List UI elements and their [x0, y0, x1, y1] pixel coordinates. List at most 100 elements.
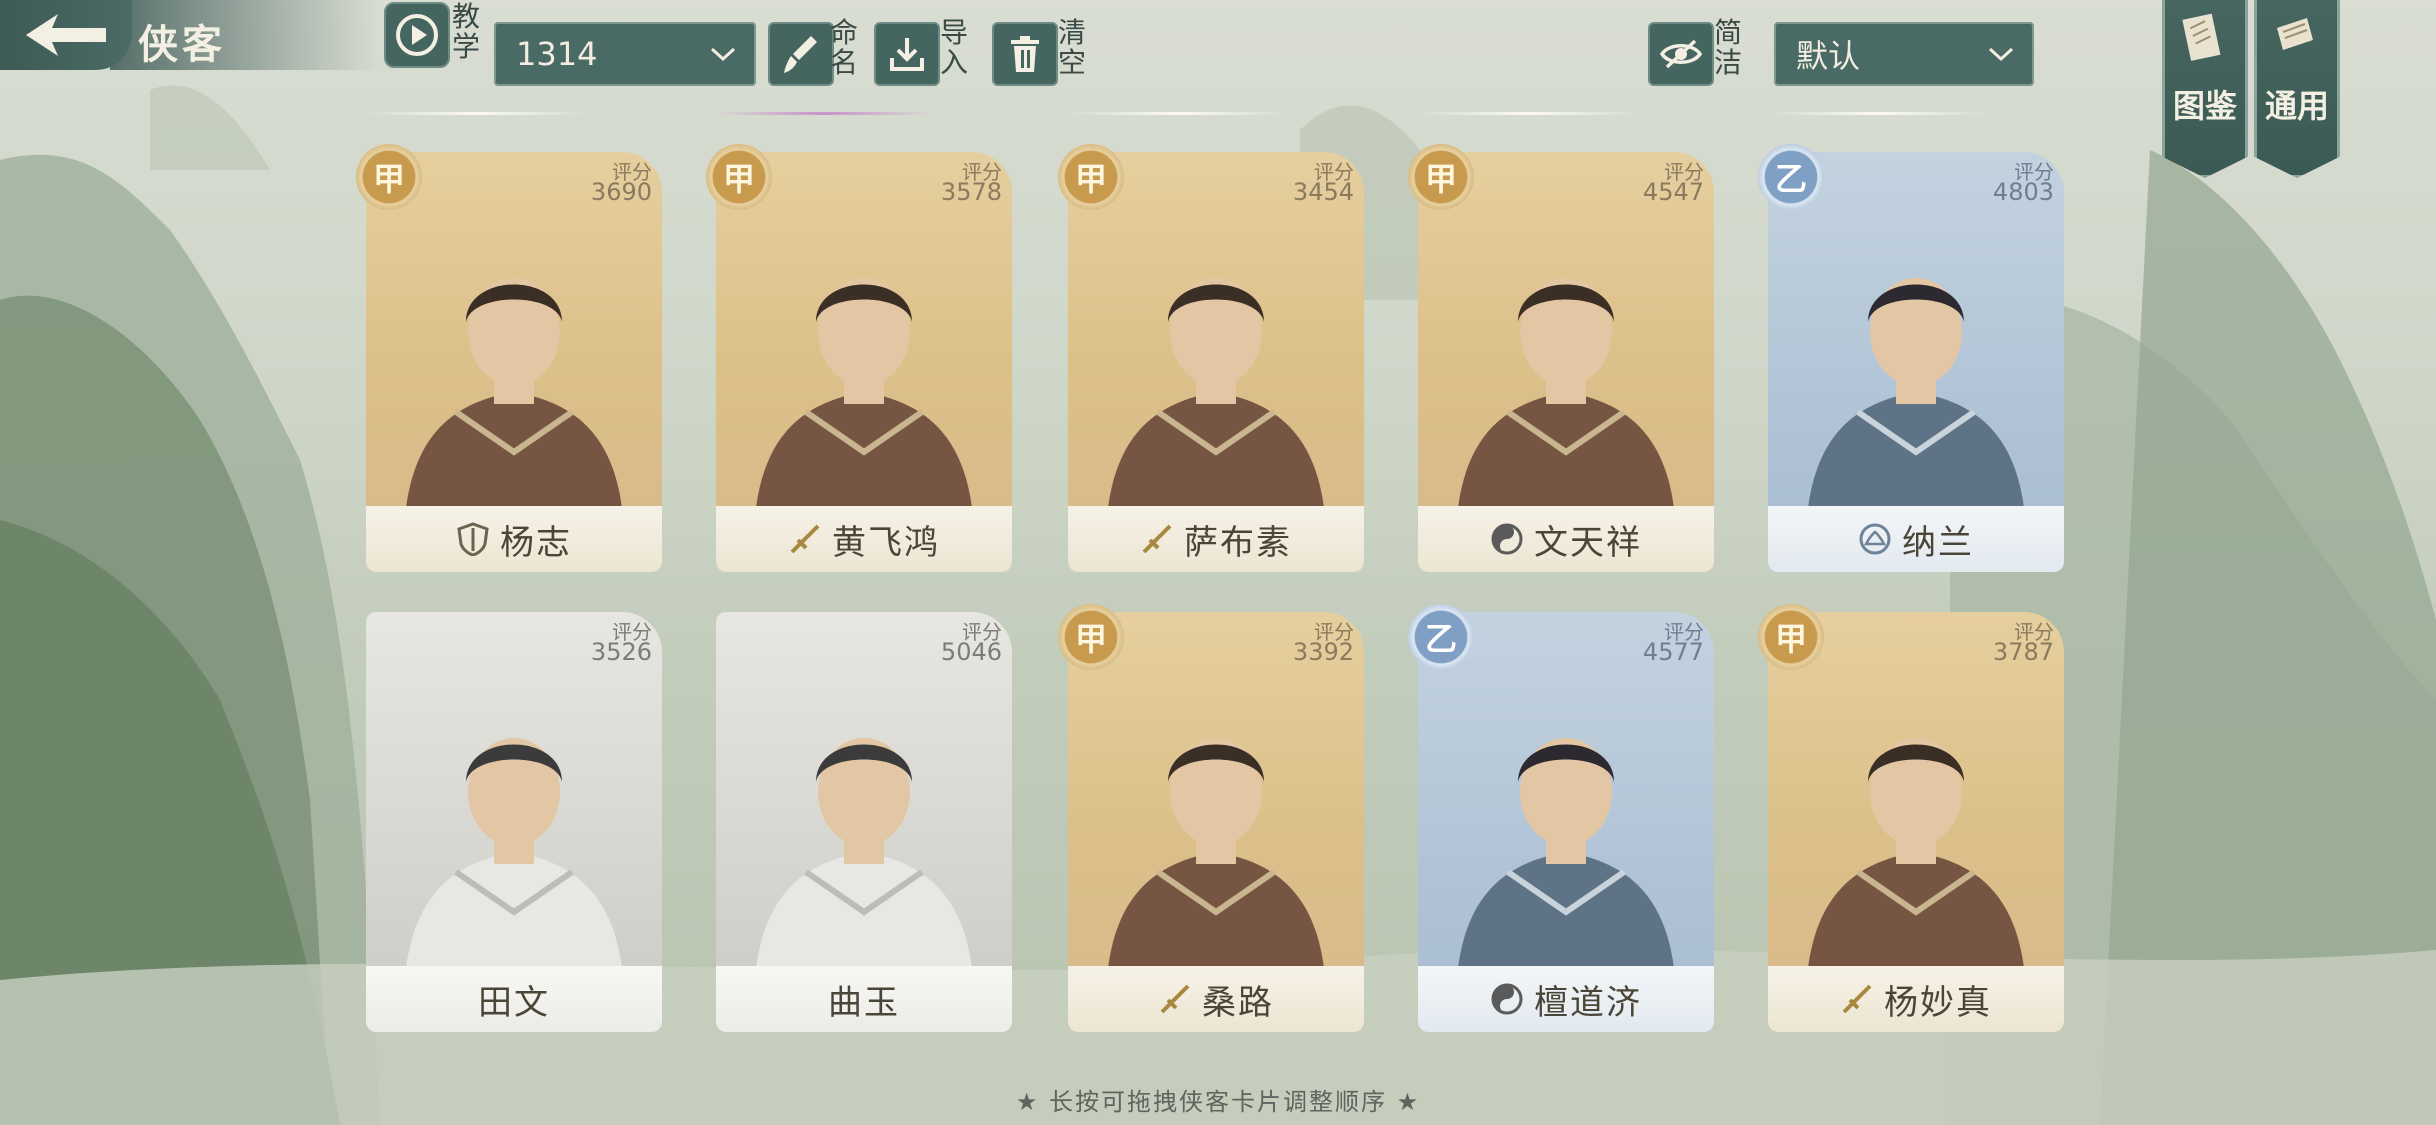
hero-name-bar: 萨布素: [1068, 506, 1364, 572]
score-value: 3690: [590, 178, 652, 206]
sort-select[interactable]: 默认: [1774, 22, 2034, 86]
tab-divider: [1768, 112, 1988, 115]
sword-icon: [790, 524, 820, 554]
hero-name-bar: 曲玉: [716, 966, 1012, 1032]
tab-divider: [1068, 112, 1288, 115]
hero-portrait: [1108, 278, 1324, 508]
team-select[interactable]: 1314: [494, 22, 756, 86]
grade-badge: 甲: [1058, 144, 1124, 210]
hero-card[interactable]: 评分 3787 杨妙真甲: [1758, 604, 2064, 1032]
tab-divider: [366, 112, 586, 115]
hero-card[interactable]: 评分 3526 田文: [366, 612, 662, 1032]
grade-badge: 乙: [1408, 604, 1474, 670]
hero-portrait: [756, 738, 972, 968]
yin-yang-icon: [1491, 523, 1523, 555]
hero-name: 杨志: [500, 522, 572, 563]
hero-name: 檀道济: [1534, 982, 1642, 1023]
hero-name: 黄飞鸿: [832, 522, 940, 563]
grade-badge: 乙: [1758, 144, 1824, 210]
score-value: 3787: [1992, 638, 2054, 666]
hero-name: 纳兰: [1902, 522, 1974, 563]
scroll-icon: [2277, 18, 2313, 50]
chevron-down-icon: [710, 47, 736, 62]
rename-button[interactable]: [768, 22, 834, 86]
hero-name-bar: 黄飞鸿: [716, 506, 1012, 572]
hero-portrait: [406, 738, 622, 968]
card-frame: 评分 4577 檀道济: [1418, 612, 1714, 1032]
score-value: 4547: [1642, 178, 1704, 206]
hero-portrait: [756, 278, 972, 508]
hero-name: 桑路: [1202, 982, 1274, 1023]
import-label: 导入: [940, 16, 969, 79]
lotus-icon: [1859, 523, 1891, 555]
common-button[interactable]: 通用: [2254, 0, 2340, 178]
card-frame: 评分 3392 桑路: [1068, 612, 1364, 1032]
card-frame: 评分 3690 杨志: [366, 152, 662, 572]
simple-view-button[interactable]: [1648, 22, 1714, 86]
hero-card[interactable]: 评分 3578 黄飞鸿甲: [706, 144, 1012, 572]
hero-name: 曲玉: [828, 982, 900, 1023]
clear-button[interactable]: [992, 22, 1058, 86]
drag-hint: ★ 长按可拖拽侠客卡片调整顺序 ★: [1015, 1088, 1421, 1116]
back-button[interactable]: [0, 0, 132, 70]
hero-name: 杨妙真: [1884, 982, 1992, 1023]
sort-select-value: 默认: [1796, 37, 1861, 75]
hero-portrait: [1808, 738, 2024, 968]
hero-name-bar: 杨志: [366, 506, 662, 572]
hero-card[interactable]: 评分 4577 檀道济乙: [1408, 604, 1714, 1032]
sword-icon: [1142, 524, 1172, 554]
rename-label: 命名: [830, 16, 859, 79]
hero-card[interactable]: 评分 4547 文天祥甲: [1408, 144, 1714, 572]
book-icon: [2182, 13, 2221, 61]
hero-portrait: [1808, 278, 2024, 508]
grade-badge: 甲: [1408, 144, 1474, 210]
hero-name-bar: 桑路: [1068, 966, 1364, 1032]
card-frame: 评分 3454 萨布素: [1068, 152, 1364, 572]
simple-view-label: 简洁: [1714, 16, 1743, 79]
grade-badge: 甲: [1758, 604, 1824, 670]
top-bar: 侠客 教学 1314 命名 导入 清空 简洁 默认 图鉴 通用: [0, 0, 2436, 178]
common-label: 通用: [2264, 87, 2329, 125]
tab-divider-active: [714, 112, 934, 115]
hero-name: 萨布素: [1184, 522, 1292, 563]
hero-portrait: [1458, 738, 1674, 968]
hero-name-bar: 檀道济: [1418, 966, 1714, 1032]
eye-hidden-icon: [1659, 39, 1703, 69]
tutorial-label: 教学: [452, 0, 481, 63]
hero-name: 田文: [478, 982, 550, 1023]
card-frame: 评分 5046 曲玉: [716, 612, 1012, 1032]
shield-icon: [457, 522, 489, 556]
hero-name-bar: 纳兰: [1768, 506, 2064, 572]
chevron-down-icon: [1988, 47, 2014, 62]
hero-card[interactable]: 评分 4803 纳兰乙: [1758, 144, 2064, 572]
brush-icon: [784, 36, 817, 73]
hero-portrait: [406, 278, 622, 508]
grade-badge: 甲: [1058, 604, 1124, 670]
hero-name-bar: 田文: [366, 966, 662, 1032]
card-frame: 评分 4803 纳兰: [1768, 152, 2064, 572]
play-icon: [396, 14, 438, 56]
grade-badge: 甲: [356, 144, 422, 210]
hero-card[interactable]: 评分 5046 曲玉: [716, 612, 1012, 1032]
page-title: 侠客: [138, 22, 226, 68]
hero-name-bar: 杨妙真: [1768, 966, 2064, 1032]
card-frame: 评分 3578 黄飞鸿: [716, 152, 1012, 572]
card-frame: 评分 3526 田文: [366, 612, 662, 1032]
score-value: 5046: [940, 638, 1002, 666]
tutorial-button[interactable]: [384, 2, 450, 68]
hero-name: 文天祥: [1534, 522, 1642, 563]
hero-card[interactable]: 评分 3690 杨志甲: [356, 144, 662, 572]
score-value: 3392: [1292, 638, 1354, 666]
yin-yang-icon: [1491, 983, 1523, 1015]
codex-label: 图鉴: [2172, 87, 2237, 125]
back-arrow-icon: [26, 14, 106, 56]
download-icon: [890, 38, 924, 71]
hero-card[interactable]: 评分 3392 桑路甲: [1058, 604, 1364, 1032]
codex-button[interactable]: 图鉴: [2162, 0, 2248, 178]
hero-portrait: [1458, 278, 1674, 508]
import-button[interactable]: [874, 22, 940, 86]
hero-name-bar: 文天祥: [1418, 506, 1714, 572]
score-value: 4803: [1992, 178, 2054, 206]
hero-card[interactable]: 评分 3454 萨布素甲: [1058, 144, 1364, 572]
score-value: 3526: [590, 638, 652, 666]
